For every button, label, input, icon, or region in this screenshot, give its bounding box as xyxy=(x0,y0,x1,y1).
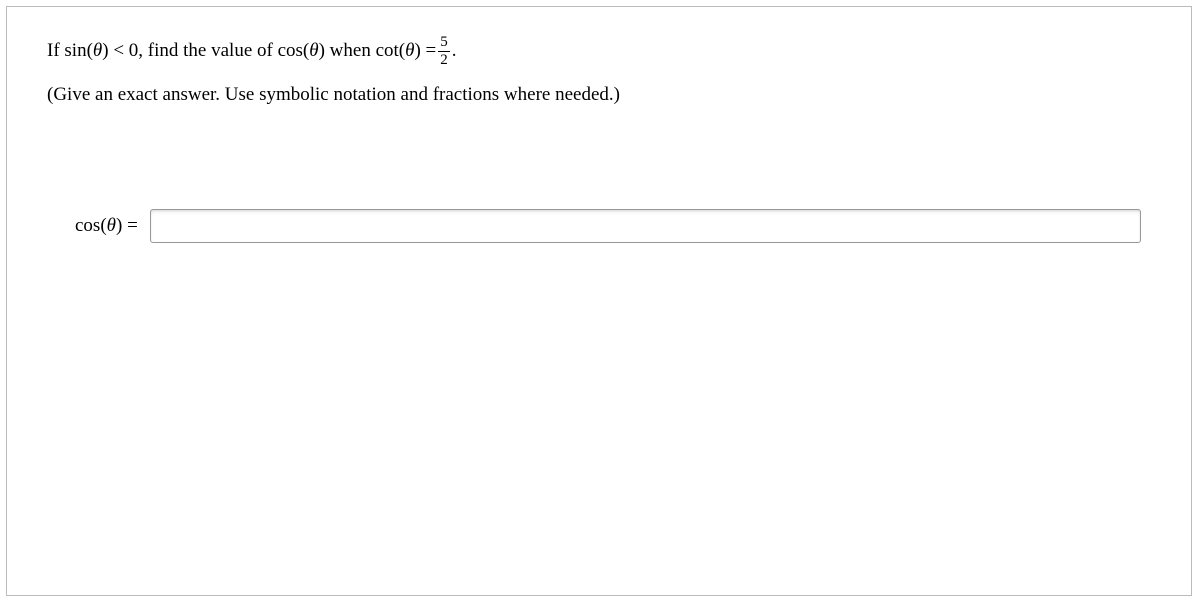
fraction: 5 2 xyxy=(438,35,450,68)
question-line-2: (Give an exact answer. Use symbolic nota… xyxy=(47,82,1163,109)
text-segment: . xyxy=(452,38,457,65)
answer-label: cos(θ) = xyxy=(75,215,138,237)
answer-input[interactable] xyxy=(150,209,1141,243)
question-panel: If sin(θ) < 0, find the value of cos(θ) … xyxy=(6,6,1192,596)
label-segment: cos( xyxy=(75,215,107,236)
text-segment: ) when cot( xyxy=(319,38,406,65)
fraction-numerator: 5 xyxy=(438,35,450,52)
theta-symbol: θ xyxy=(107,215,116,236)
answer-row: cos(θ) = xyxy=(47,209,1163,243)
text-segment: If sin( xyxy=(47,38,93,65)
theta-symbol: θ xyxy=(93,38,102,65)
text-segment: ) = xyxy=(414,38,436,65)
question-text: If sin(θ) < 0, find the value of cos(θ) … xyxy=(47,35,1163,109)
theta-symbol: θ xyxy=(309,38,318,65)
question-line-1: If sin(θ) < 0, find the value of cos(θ) … xyxy=(47,35,1163,68)
theta-symbol: θ xyxy=(405,38,414,65)
fraction-denominator: 2 xyxy=(438,52,450,68)
label-segment: ) = xyxy=(116,215,138,236)
text-segment: ) < 0, find the value of cos( xyxy=(102,38,309,65)
